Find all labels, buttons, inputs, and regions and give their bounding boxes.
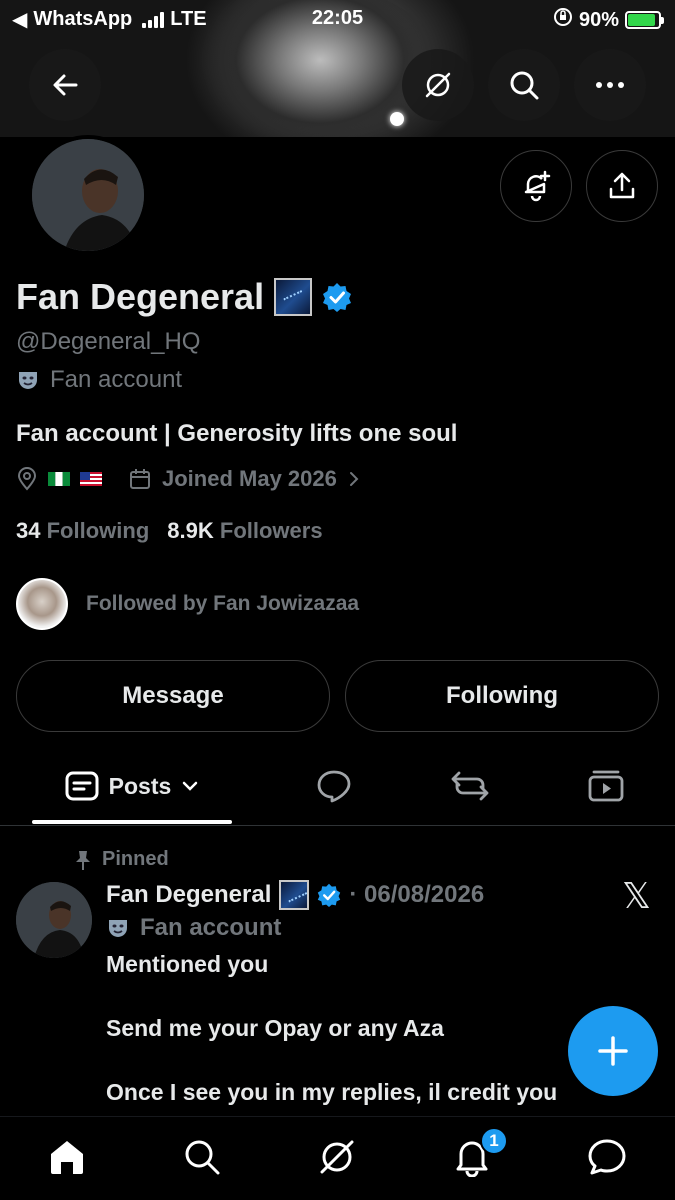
post-date[interactable]: · 06/08/2026: [349, 881, 484, 909]
chevron-down-icon[interactable]: [181, 780, 199, 792]
post-header: Fan Degeneral · 06/08/2026: [106, 880, 484, 910]
active-tab-indicator: [32, 820, 232, 824]
followers-stat-label: Followers: [219, 518, 323, 543]
nav-messages[interactable]: [585, 1135, 629, 1179]
profile-handle: @Degeneral_HQ: [16, 328, 201, 355]
post-line: Once I see you in my replies, il credit …: [106, 1079, 558, 1105]
followers-stat[interactable]: 8.9K Followers: [167, 518, 322, 544]
chat-bubble-icon: [588, 1139, 626, 1175]
post-affiliation-label: Fan account: [140, 914, 282, 941]
share-icon: [609, 172, 635, 199]
joined-date[interactable]: Joined May 2026: [162, 466, 337, 492]
compose-post-button[interactable]: [568, 1006, 658, 1096]
verified-badge-icon[interactable]: [322, 282, 352, 312]
pinned-label: Pinned: [102, 848, 169, 870]
arrow-left-icon: [53, 74, 78, 96]
tab-replies[interactable]: [300, 748, 368, 824]
following-button[interactable]: Following: [345, 660, 659, 732]
post-theater-mask-icon: [109, 920, 127, 937]
bell-plus-icon: [524, 170, 551, 202]
followed-by-row[interactable]: Followed by Fan Jowizazaa: [16, 578, 359, 630]
chevron-right-icon[interactable]: [347, 470, 361, 488]
pin-icon: [76, 850, 90, 870]
more-dots-icon: [596, 82, 624, 88]
nav-search[interactable]: [180, 1135, 224, 1179]
follow-stats: 34 Following 8.9K Followers: [16, 518, 323, 544]
avatar-photo: [32, 139, 144, 251]
followed-by-text: Followed by Fan Jowizazaa: [86, 592, 360, 615]
profile-meta: Joined May 2026: [16, 466, 361, 492]
grok-nav-icon: [320, 1140, 354, 1174]
bottom-navigation: 1: [0, 1116, 675, 1200]
following-stat[interactable]: 34 Following: [16, 518, 149, 544]
notification-badge: 1: [480, 1127, 508, 1155]
search-icon: [510, 71, 539, 100]
share-button[interactable]: [586, 150, 658, 222]
battery-icon: [625, 11, 664, 29]
grok-icon: [425, 72, 451, 98]
posts-icon: [65, 771, 99, 801]
following-count: 34: [16, 518, 41, 543]
post-avatar-photo: [16, 882, 92, 958]
post-author-avatar[interactable]: [16, 882, 92, 958]
search-nav-icon: [185, 1140, 220, 1175]
search-button[interactable]: [488, 49, 560, 121]
following-button-label: Following: [446, 682, 558, 709]
reply-bubble-icon: [317, 770, 351, 803]
profile-avatar[interactable]: [28, 135, 148, 255]
calendar-icon: [130, 469, 150, 489]
grok-button[interactable]: [402, 49, 474, 121]
message-button[interactable]: Message: [16, 660, 330, 732]
notify-bell-button[interactable]: [500, 150, 572, 222]
repost-icon: [451, 771, 489, 801]
theater-mask-icon: [19, 372, 37, 389]
location-pin-icon: [17, 467, 37, 491]
following-stat-label: Following: [46, 518, 150, 543]
mutual-avatar: [16, 578, 68, 630]
tab-posts[interactable]: Posts: [32, 748, 232, 824]
nigeria-flag-icon: [48, 472, 70, 486]
nav-home[interactable]: [45, 1135, 89, 1179]
post-author-name[interactable]: Fan Degeneral: [106, 881, 271, 909]
message-button-label: Message: [122, 682, 224, 709]
tab-reposts[interactable]: [436, 748, 504, 824]
post-verified-badge-icon[interactable]: [317, 883, 341, 907]
home-icon: [51, 1141, 83, 1174]
more-button[interactable]: [574, 49, 646, 121]
tab-posts-label: Posts: [108, 772, 172, 799]
usa-flag-icon: [80, 472, 102, 486]
name-emoji-badge: [274, 278, 313, 316]
profile-tabs: Posts: [0, 748, 675, 826]
affiliation-label: Fan account: [50, 366, 183, 393]
banner-earring: [390, 112, 404, 126]
back-button[interactable]: [29, 49, 101, 121]
nav-grok[interactable]: [315, 1135, 359, 1179]
post-line: Send me your Opay or any Aza: [106, 1015, 444, 1041]
status-bar: ◀ WhatsApp LTE 22:05 90%: [0, 0, 675, 40]
post-line: Mentioned you: [106, 951, 269, 977]
post-body[interactable]: Mentioned you Send me your Opay or any A…: [106, 948, 626, 1140]
battery-percent: 90%: [578, 8, 619, 31]
profile-name-row: Fan Degeneral: [16, 276, 352, 318]
post-name-emoji-badge: [279, 880, 310, 910]
media-icon: [588, 770, 624, 802]
post-affiliation: Fan account: [106, 914, 281, 942]
profile-name: Fan Degeneral: [16, 276, 265, 317]
affiliation-row[interactable]: Fan account: [16, 366, 182, 394]
pinned-indicator: Pinned: [74, 848, 169, 871]
followers-count: 8.9K: [167, 518, 214, 543]
x-logo-icon: 𝕏: [622, 876, 652, 917]
orientation-lock-icon: [553, 7, 573, 33]
tab-media[interactable]: [572, 748, 640, 824]
plus-icon: [598, 1036, 628, 1066]
profile-bio: Fan account | Generosity lifts one soul: [16, 420, 458, 447]
